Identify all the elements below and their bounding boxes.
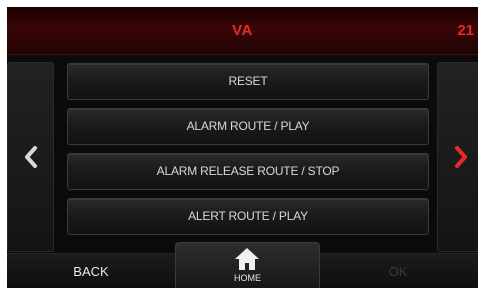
chevron-left-icon (24, 146, 37, 168)
next-page-button[interactable] (437, 62, 478, 252)
display-screen: VA 21 RESET ALARM ROUTE / PLAY ALARM REL… (7, 7, 478, 288)
header-value: 21 (457, 22, 474, 39)
menu-item-alert-route-play[interactable]: ALERT ROUTE / PLAY (67, 198, 429, 235)
home-label: HOME (234, 273, 261, 283)
chevron-right-icon (454, 146, 467, 168)
header-bar: VA 21 (7, 7, 478, 55)
menu-item-alarm-release-route-stop[interactable]: ALARM RELEASE ROUTE / STOP (67, 153, 429, 190)
home-icon (235, 248, 259, 270)
back-button[interactable]: BACK (7, 254, 175, 288)
ok-button[interactable]: OK (318, 254, 478, 288)
header-title: VA (232, 22, 253, 39)
menu-list: RESET ALARM ROUTE / PLAY ALARM RELEASE R… (67, 63, 429, 243)
previous-page-button[interactable] (7, 62, 54, 252)
menu-item-alarm-route-play[interactable]: ALARM ROUTE / PLAY (67, 108, 429, 145)
home-button[interactable]: HOME (175, 242, 320, 288)
bottom-bar: BACK HOME OK (7, 242, 478, 288)
menu-item-reset[interactable]: RESET (67, 63, 429, 100)
